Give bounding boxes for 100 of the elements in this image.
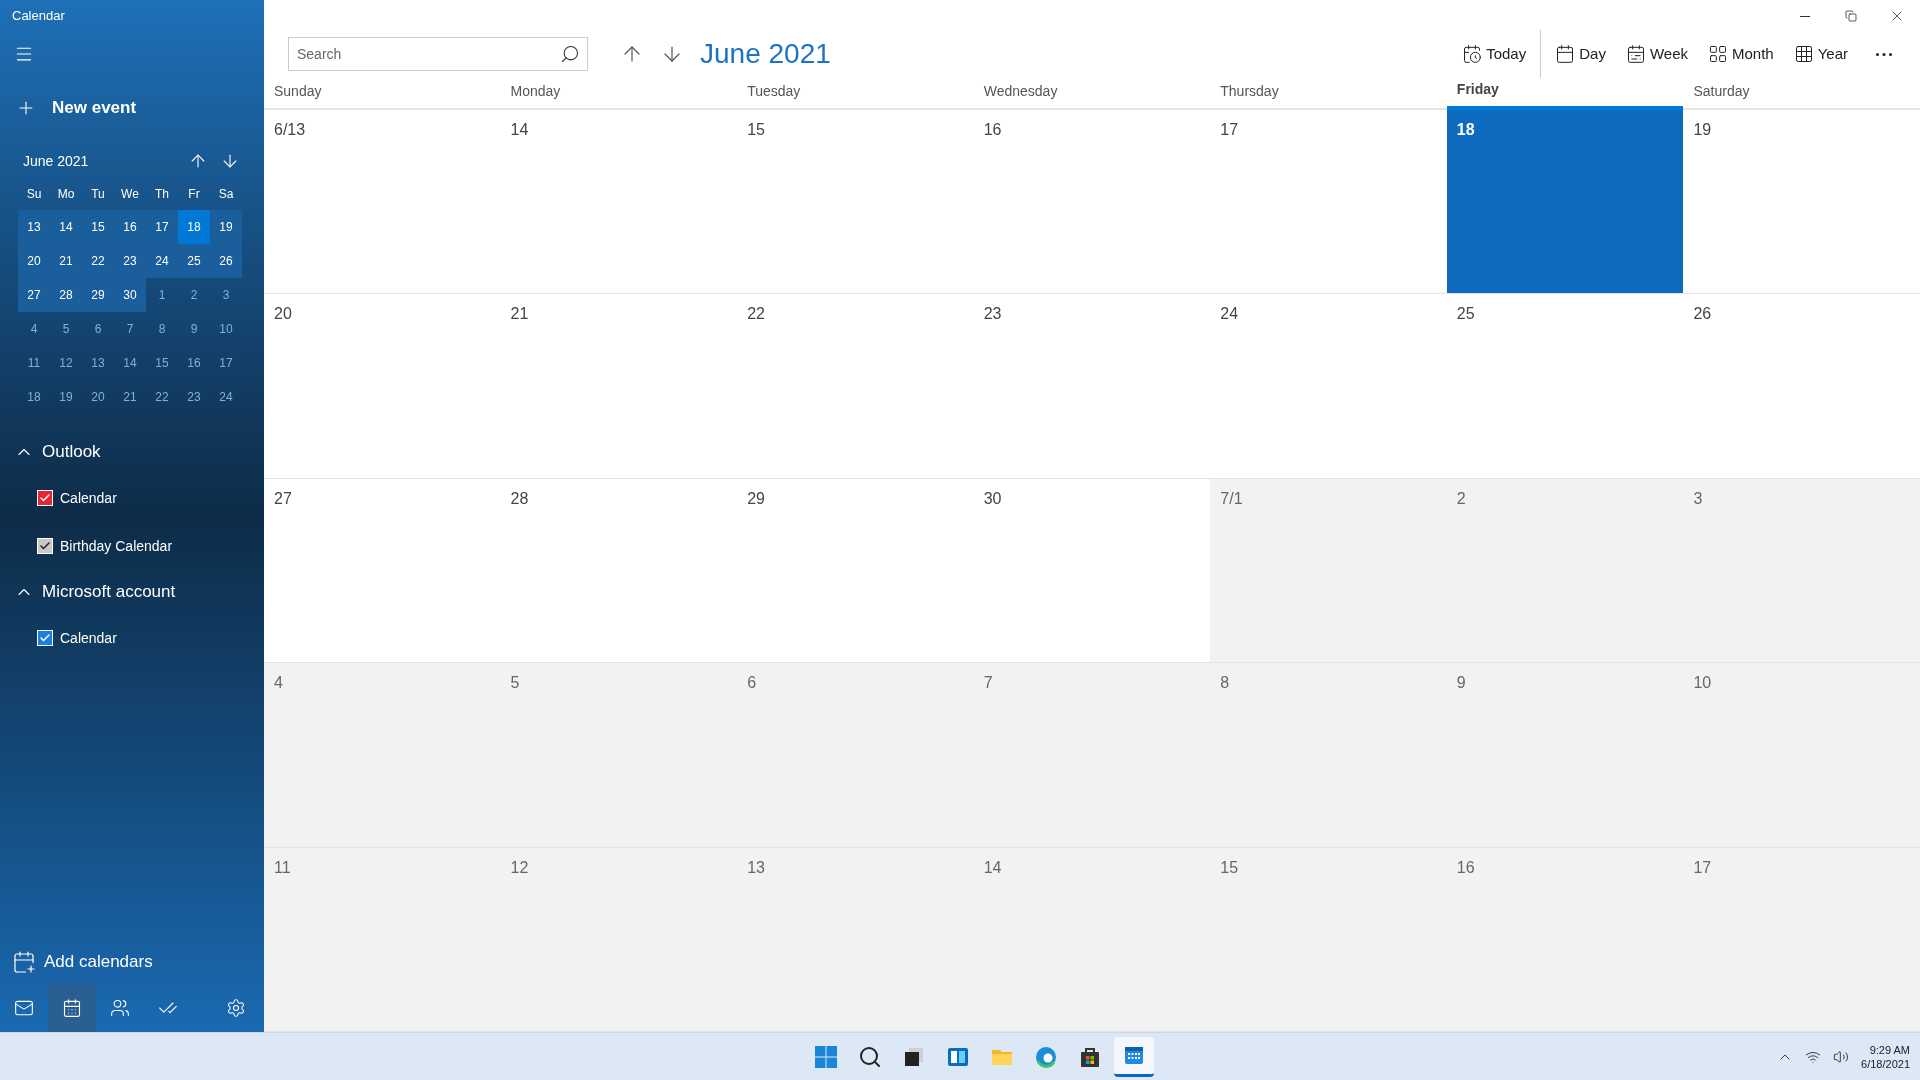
day-number: 16 xyxy=(983,121,1002,138)
day-cell[interactable]: 2 xyxy=(1446,478,1684,664)
mini-calendar-day[interactable]: 7 xyxy=(114,312,146,346)
window-title: Calendar xyxy=(12,7,65,26)
view-button[interactable]: Year xyxy=(1783,34,1858,74)
view-button[interactable]: Today xyxy=(1452,34,1537,74)
mini-calendar-day[interactable]: 13 xyxy=(18,210,50,244)
day-number: 25 xyxy=(1456,305,1475,323)
mini-calendar-day[interactable]: 26 xyxy=(210,244,242,278)
mini-calendar-day[interactable]: 14 xyxy=(114,346,146,380)
mini-calendar-day[interactable]: 20 xyxy=(82,380,114,414)
calendar-name[interactable]: Calendar xyxy=(60,487,117,509)
mini-calendar-day[interactable]: 2 xyxy=(178,278,210,312)
day-cell[interactable]: 11 xyxy=(264,847,501,1032)
view-button[interactable]: Week xyxy=(1615,34,1698,74)
day-number: 6 xyxy=(747,674,757,692)
mini-calendar-day[interactable]: 27 xyxy=(18,278,50,312)
mini-calendar-day[interactable]: 22 xyxy=(146,380,178,414)
search-icon xyxy=(858,1044,882,1069)
day-number: 17 xyxy=(1693,858,1712,876)
mini-calendar-day[interactable]: 29 xyxy=(82,278,114,312)
more-icon xyxy=(1876,52,1892,56)
calendar-checkbox[interactable] xyxy=(37,630,53,646)
mini-calendar-day[interactable]: 5 xyxy=(50,312,82,346)
day-number: 23 xyxy=(983,305,1002,323)
mini-calendar-day[interactable]: 17 xyxy=(146,210,178,244)
month-title: June 2021 xyxy=(700,37,831,71)
mini-calendar-day[interactable]: 15 xyxy=(146,346,178,380)
mail-icon xyxy=(14,998,34,1018)
day-cell[interactable]: 6 xyxy=(737,663,974,848)
mini-calendar-day[interactable]: 19 xyxy=(50,380,82,414)
mini-calendar-day[interactable]: 8 xyxy=(146,312,178,346)
day-cell[interactable]: 16 xyxy=(1446,847,1684,1032)
nav-button[interactable] xyxy=(48,984,96,1032)
mini-calendar-day[interactable]: 30 xyxy=(114,278,146,312)
day-cell[interactable]: 10 xyxy=(1683,663,1920,848)
mini-calendar-day[interactable]: 21 xyxy=(50,244,82,278)
day-cell[interactable]: 15 xyxy=(1210,847,1447,1032)
mini-calendar-day[interactable]: 18 xyxy=(178,210,210,244)
mini-calendar-day[interactable]: 21 xyxy=(114,380,146,414)
day-cell[interactable]: 9 xyxy=(1446,663,1684,848)
calendar-checkbox[interactable] xyxy=(37,538,53,554)
day-cell[interactable]: 12 xyxy=(500,847,738,1032)
mini-calendar-day[interactable]: 16 xyxy=(178,346,210,380)
mini-calendar-day[interactable]: 20 xyxy=(18,244,50,278)
people-icon xyxy=(110,998,130,1018)
calendar-name[interactable]: Birthday Calendar xyxy=(60,535,173,557)
account-header[interactable]: Outlook xyxy=(0,430,264,474)
mini-calendar-day[interactable]: 23 xyxy=(114,244,146,278)
view-button[interactable]: Month xyxy=(1698,34,1784,74)
day-cell[interactable]: 17 xyxy=(1683,847,1920,1032)
mini-calendar-day[interactable]: 28 xyxy=(50,278,82,312)
day-number: 24 xyxy=(1220,305,1239,323)
mini-calendar-day[interactable]: 4 xyxy=(18,312,50,346)
mini-calendar-day[interactable]: 14 xyxy=(50,210,82,244)
weekday-header: Saturday xyxy=(1693,82,1750,101)
new-event-button[interactable]: New event xyxy=(0,88,264,128)
mini-calendar-day[interactable]: 13 xyxy=(82,346,114,380)
day-number: 20 xyxy=(274,305,292,323)
calendar-name[interactable]: Calendar xyxy=(60,627,117,649)
mini-calendar-day[interactable]: 11 xyxy=(18,346,50,380)
mini-calendar-day[interactable]: 23 xyxy=(178,380,210,414)
account-header[interactable]: Microsoft account xyxy=(0,570,264,614)
volume-icon[interactable] xyxy=(1833,1049,1850,1065)
settings-icon xyxy=(226,998,246,1018)
day-number: 30 xyxy=(983,489,1002,507)
mini-calendar-day[interactable]: 9 xyxy=(178,312,210,346)
calendar-checkbox[interactable] xyxy=(37,490,53,506)
minimize-icon xyxy=(1800,15,1810,17)
mini-calendar-day[interactable]: 19 xyxy=(210,210,242,244)
search-icon[interactable] xyxy=(560,44,580,64)
mini-calendar-day[interactable]: 1 xyxy=(146,278,178,312)
mini-calendar-day[interactable]: 12 xyxy=(50,346,82,380)
day-cell[interactable]: 5 xyxy=(500,663,738,848)
day-cell[interactable]: 3 xyxy=(1683,478,1920,664)
mini-calendar-day[interactable]: 24 xyxy=(210,380,242,414)
mini-calendar-day[interactable]: 16 xyxy=(114,210,146,244)
taskbar-app-button[interactable] xyxy=(1114,1036,1154,1077)
mini-calendar-day[interactable]: 15 xyxy=(82,210,114,244)
mini-calendar-day[interactable]: 17 xyxy=(210,346,242,380)
day-cell[interactable]: 18 xyxy=(1446,110,1684,295)
day-cell[interactable]: 14 xyxy=(973,847,1211,1032)
day-cell[interactable]: 8 xyxy=(1210,663,1447,848)
view-button[interactable]: Day xyxy=(1545,34,1616,74)
day-cell[interactable]: 7/1 xyxy=(1210,478,1447,664)
day-cell[interactable]: 13 xyxy=(737,847,974,1032)
clock[interactable]: 9:29 AM 6/18/2021 xyxy=(1861,1043,1910,1071)
mini-calendar-day[interactable]: 22 xyxy=(82,244,114,278)
day-cell[interactable]: 7 xyxy=(973,663,1211,848)
add-calendars-button[interactable]: Add calendars xyxy=(0,940,264,984)
day-cell[interactable]: 4 xyxy=(264,663,501,848)
clock-date: 6/18/2021 xyxy=(1861,1057,1910,1071)
mini-calendar-day[interactable]: 25 xyxy=(178,244,210,278)
mini-calendar-day[interactable]: 18 xyxy=(18,380,50,414)
mini-calendar-day[interactable]: 3 xyxy=(210,278,242,312)
network-icon[interactable] xyxy=(1805,1049,1822,1065)
mini-calendar-day[interactable]: 6 xyxy=(82,312,114,346)
search-field[interactable]: Search xyxy=(288,37,588,71)
mini-calendar-day[interactable]: 10 xyxy=(210,312,242,346)
mini-calendar-day[interactable]: 24 xyxy=(146,244,178,278)
